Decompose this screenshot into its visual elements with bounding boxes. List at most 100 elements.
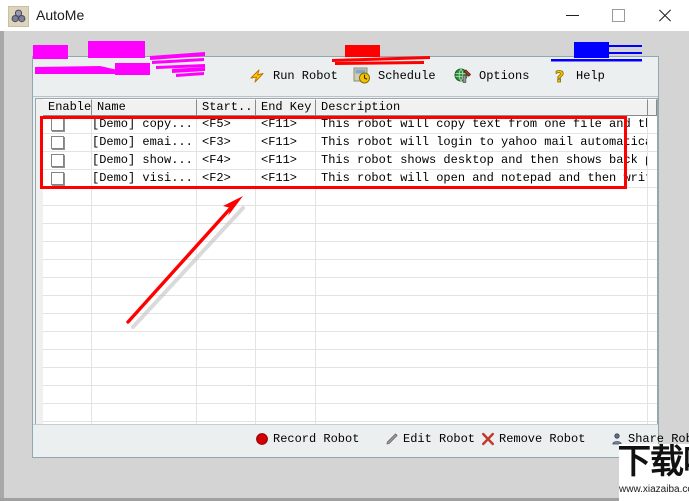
row-spacer <box>648 134 657 151</box>
empty-cell <box>43 242 92 259</box>
empty-table-row[interactable] <box>43 242 657 260</box>
empty-cell <box>256 332 316 349</box>
app-icon <box>8 6 29 27</box>
column-header-name[interactable]: Name <box>92 99 197 116</box>
record-robot-label: Record Robot <box>273 432 360 446</box>
record-robot-button[interactable]: Record Robot <box>255 429 359 449</box>
enable-checkbox[interactable] <box>51 172 64 185</box>
row-enable-cell[interactable] <box>43 116 92 133</box>
empty-table-row[interactable] <box>43 188 657 206</box>
empty-cell <box>43 206 92 223</box>
column-header-description[interactable]: Description <box>316 99 648 116</box>
minimize-button[interactable] <box>549 0 595 30</box>
empty-cell <box>648 278 657 295</box>
empty-cell <box>256 188 316 205</box>
empty-cell <box>648 260 657 277</box>
empty-cell <box>43 188 92 205</box>
empty-table-row[interactable] <box>43 206 657 224</box>
clock-icon <box>353 67 371 85</box>
empty-cell <box>92 368 197 385</box>
empty-cell <box>197 260 256 277</box>
row-enable-cell[interactable] <box>43 134 92 151</box>
edit-robot-button[interactable]: Edit Robot <box>385 429 475 449</box>
empty-table-row[interactable] <box>43 296 657 314</box>
empty-cell <box>316 206 648 223</box>
empty-cell <box>92 314 197 331</box>
empty-cell <box>256 404 316 421</box>
record-circle-icon <box>255 432 269 446</box>
empty-table-row[interactable] <box>43 386 657 404</box>
enable-checkbox[interactable] <box>51 118 64 131</box>
enable-checkbox[interactable] <box>51 136 64 149</box>
run-robot-button[interactable]: Run Robot <box>248 63 338 89</box>
lightning-icon <box>248 67 266 85</box>
empty-table-row[interactable] <box>43 278 657 296</box>
empty-cell <box>648 332 657 349</box>
table-row[interactable]: [Demo] show... <F4> <F11> This robot sho… <box>43 152 657 170</box>
empty-cell <box>316 368 648 385</box>
robot-list[interactable]: Enable Name Start... End Key Description… <box>35 98 658 455</box>
empty-table-row[interactable] <box>43 260 657 278</box>
empty-cell <box>316 404 648 421</box>
schedule-button[interactable]: Schedule <box>353 63 436 89</box>
empty-table-row[interactable] <box>43 224 657 242</box>
empty-table-row[interactable] <box>43 350 657 368</box>
empty-cell <box>197 206 256 223</box>
close-button[interactable] <box>641 0 687 30</box>
empty-cell <box>92 332 197 349</box>
row-enable-cell[interactable] <box>43 170 92 187</box>
watermark-url: www.xiazaiba.com <box>619 484 689 495</box>
table-row[interactable]: [Demo] emai... <F3> <F11> This robot wil… <box>43 134 657 152</box>
empty-cell <box>316 296 648 313</box>
window-title: AutoMe <box>36 7 85 23</box>
empty-cell <box>648 314 657 331</box>
empty-cell <box>316 332 648 349</box>
column-header-spacer[interactable] <box>648 99 657 116</box>
empty-cell <box>256 260 316 277</box>
empty-rows-container <box>43 188 657 454</box>
empty-cell <box>197 224 256 241</box>
column-header-end-key[interactable]: End Key <box>256 99 316 116</box>
empty-cell <box>92 296 197 313</box>
minimize-icon <box>565 14 579 16</box>
empty-table-row[interactable] <box>43 332 657 350</box>
column-header-enable[interactable]: Enable <box>43 99 92 116</box>
empty-table-row[interactable] <box>43 404 657 422</box>
watermark-text: 下载吧 <box>619 444 689 482</box>
remove-robot-button[interactable]: Remove Robot <box>481 429 585 449</box>
x-cross-icon <box>481 432 495 446</box>
enable-checkbox[interactable] <box>51 154 64 167</box>
row-description: This robot will login to yahoo mail auto… <box>316 134 648 151</box>
window-body: Run Robot Schedule Options ? Help Enable… <box>0 31 689 501</box>
empty-cell <box>197 350 256 367</box>
empty-cell <box>92 404 197 421</box>
help-button[interactable]: ? Help <box>551 63 605 89</box>
empty-cell <box>92 242 197 259</box>
empty-table-row[interactable] <box>43 314 657 332</box>
row-description: This robot shows desktop and then shows … <box>316 152 648 169</box>
empty-cell <box>197 188 256 205</box>
list-body: [Demo] copy... <F5> <F11> This robot wil… <box>43 116 657 454</box>
column-header-start-key[interactable]: Start... <box>197 99 256 116</box>
options-button[interactable]: Options <box>454 63 529 89</box>
row-start-key: <F3> <box>197 134 256 151</box>
row-enable-cell[interactable] <box>43 152 92 169</box>
top-toolbar: Run Robot Schedule Options ? Help <box>33 57 658 97</box>
empty-cell <box>648 242 657 259</box>
table-row[interactable]: [Demo] copy... <F5> <F11> This robot wil… <box>43 116 657 134</box>
empty-cell <box>316 224 648 241</box>
maximize-button[interactable] <box>595 0 641 30</box>
empty-cell <box>197 242 256 259</box>
empty-cell <box>43 314 92 331</box>
row-spacer <box>648 170 657 187</box>
row-name: [Demo] visi... <box>92 170 197 187</box>
empty-cell <box>316 350 648 367</box>
maximize-icon <box>611 8 625 22</box>
empty-cell <box>316 242 648 259</box>
window-edge-left <box>0 31 4 501</box>
table-row[interactable]: [Demo] visi... <F2> <F11> This robot wil… <box>43 170 657 188</box>
row-end-key: <F11> <box>256 134 316 151</box>
application-window: AutoMe Run Robot Schedule Options ? Help… <box>0 0 689 501</box>
empty-table-row[interactable] <box>43 368 657 386</box>
empty-cell <box>92 386 197 403</box>
